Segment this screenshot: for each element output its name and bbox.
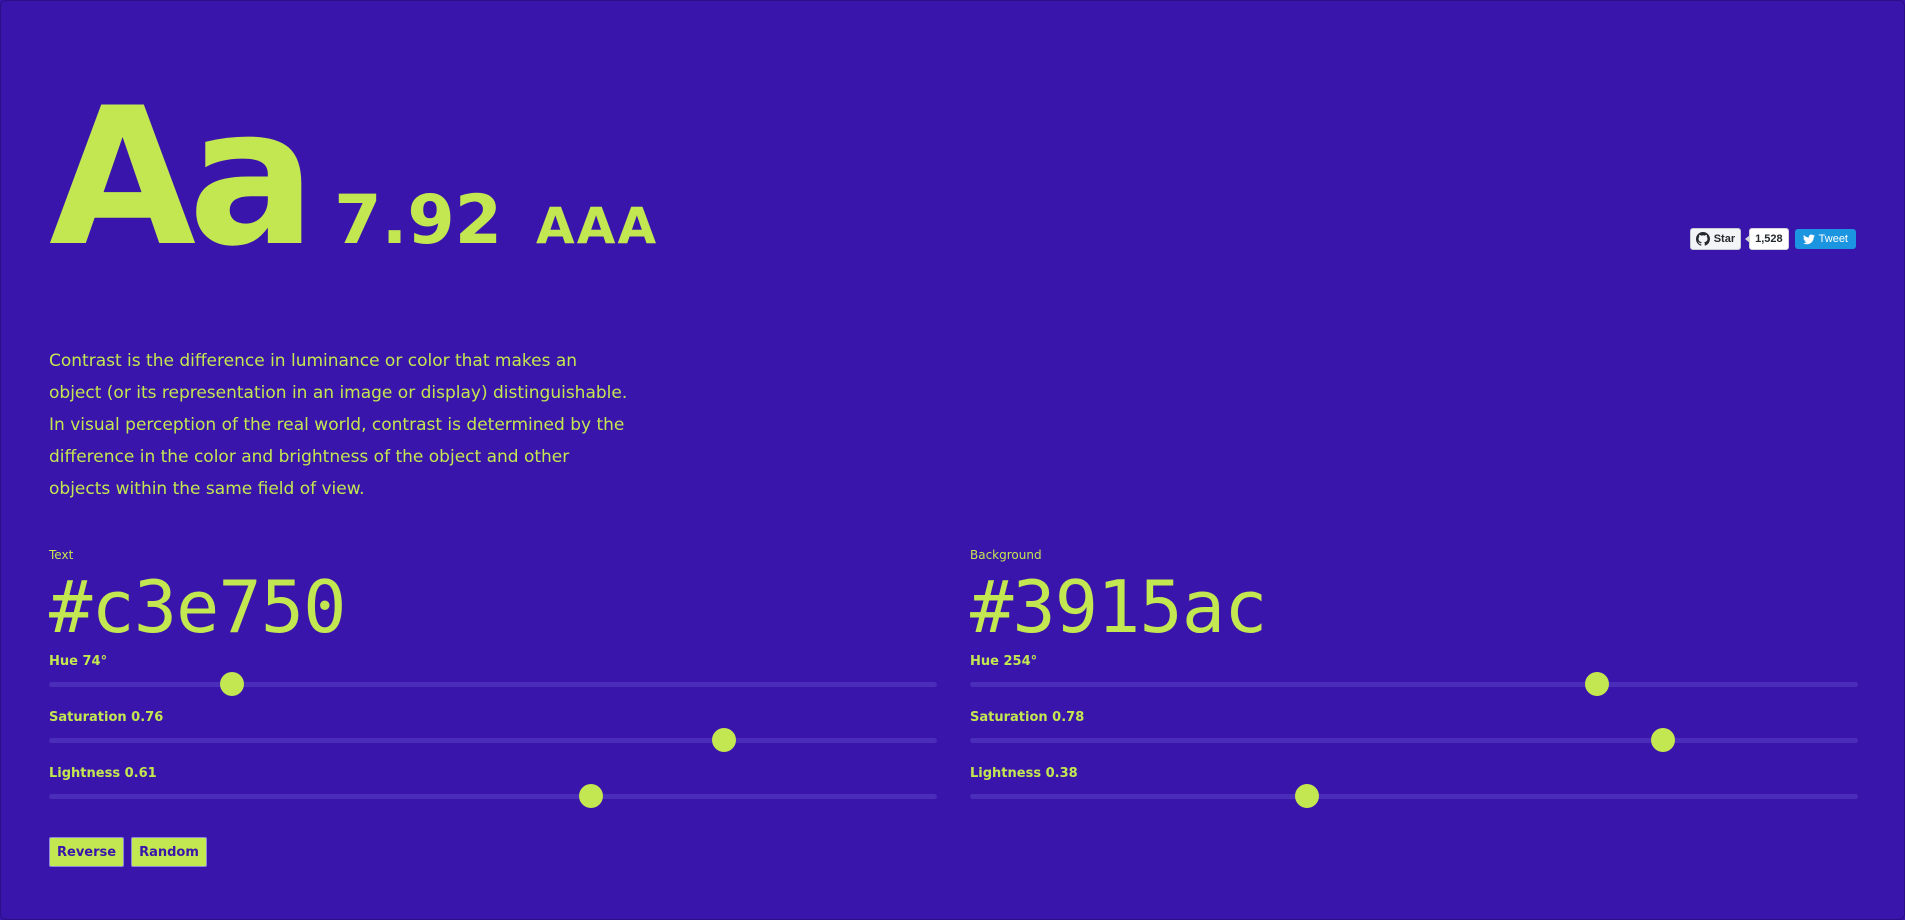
hue-slider-thumb[interactable] — [219, 672, 244, 696]
reverse-button[interactable]: Reverse — [49, 837, 125, 867]
panel-label: Background — [970, 548, 1042, 562]
twitter-icon — [1802, 233, 1815, 244]
saturation-slider[interactable] — [49, 728, 937, 752]
contrast-hero: Aa 7.92 AAA — [49, 67, 659, 288]
background-hex-value[interactable]: #3915ac — [970, 565, 1858, 649]
text-saturation-slider-group: Saturation 0.76 — [49, 709, 937, 752]
background-color-panel: Background #3915ac Hue 254° Saturation 0… — [970, 547, 1858, 821]
saturation-label: Saturation 0.78 — [970, 710, 1085, 725]
random-button[interactable]: Random — [131, 837, 207, 867]
background-lightness-slider-group: Lightness 0.38 — [970, 765, 1858, 808]
panel-label: Text — [49, 548, 74, 562]
saturation-slider-thumb[interactable] — [711, 728, 736, 752]
lightness-slider-thumb[interactable] — [1295, 784, 1320, 808]
text-lightness-slider-group: Lightness 0.61 — [49, 765, 937, 808]
action-buttons: Reverse Random — [49, 837, 207, 867]
star-label: Star — [1713, 233, 1736, 245]
lightness-slider[interactable] — [970, 784, 1858, 808]
description: Contrast is the difference in luminance … — [49, 351, 628, 499]
hue-label: Hue 254° — [970, 654, 1038, 669]
lightness-slider-thumb[interactable] — [578, 784, 603, 808]
hue-slider[interactable] — [970, 672, 1858, 696]
hue-slider-thumb[interactable] — [1584, 672, 1609, 696]
sample-text: Aa — [49, 67, 316, 288]
hue-slider[interactable] — [49, 672, 937, 696]
github-icon — [1695, 232, 1710, 246]
saturation-slider[interactable] — [970, 728, 1858, 752]
tweet-label: Tweet — [1818, 233, 1848, 245]
contrast-ratio: 7.92 — [334, 181, 503, 260]
text-hex-value[interactable]: #c3e750 — [49, 565, 937, 649]
text-hue-slider-group: Hue 74° — [49, 653, 937, 696]
hue-label: Hue 74° — [49, 654, 108, 669]
text-color-panel: Text #c3e750 Hue 74° Saturation 0.76 Lig… — [49, 547, 937, 821]
lightness-label: Lightness 0.61 — [49, 766, 157, 781]
github-star-button[interactable]: Star — [1689, 228, 1742, 250]
background-saturation-slider-group: Saturation 0.78 — [970, 709, 1858, 752]
saturation-slider-thumb[interactable] — [1650, 728, 1675, 752]
wcag-rating: AAA — [536, 197, 659, 255]
social-badges: Star 1,528 Tweet — [1689, 228, 1856, 250]
background-hue-slider-group: Hue 254° — [970, 653, 1858, 696]
app-frame: Aa 7.92 AAA Star 1,528 Tweet Contrast is… — [0, 0, 1905, 920]
lightness-label: Lightness 0.38 — [970, 766, 1078, 781]
lightness-slider[interactable] — [49, 784, 937, 808]
star-count[interactable]: 1,528 — [1745, 228, 1789, 250]
saturation-label: Saturation 0.76 — [49, 710, 164, 725]
tweet-button[interactable]: Tweet — [1794, 229, 1856, 249]
